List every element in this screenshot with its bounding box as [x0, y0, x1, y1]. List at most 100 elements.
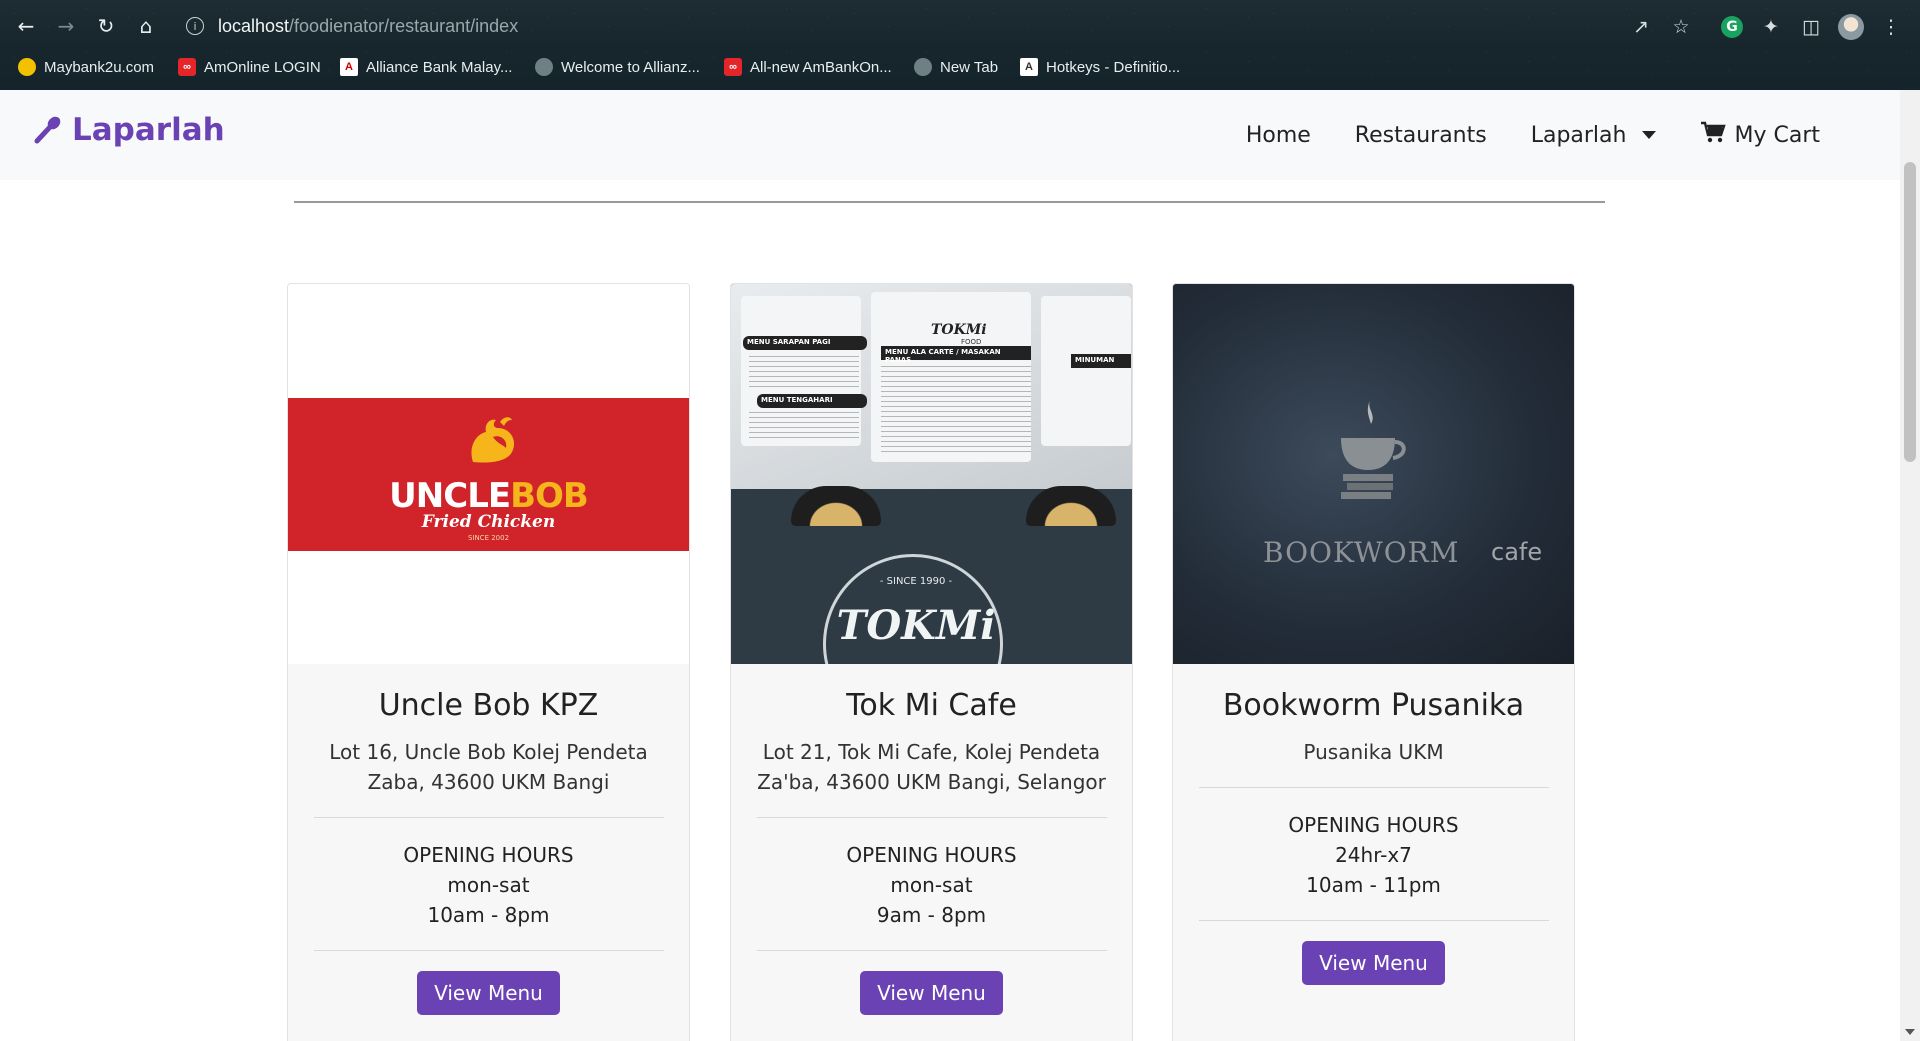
divider	[756, 817, 1107, 818]
scroll-down-arrow-icon[interactable]	[1905, 1029, 1915, 1035]
board-menu-3: MENU TENGAHARI	[757, 394, 867, 408]
restaurant-image: TOKMi FOOD MENU SARAPAN PAGI MENU ALA CA…	[731, 284, 1132, 664]
url-host: localhost	[218, 16, 290, 36]
board-menu-2: MENU ALA CARTE / MASAKAN PANAS	[881, 346, 1031, 364]
bookmark-star-icon[interactable]: ☆	[1668, 14, 1694, 40]
cart-icon	[1700, 120, 1727, 150]
restaurant-address: Pusanika UKM	[1303, 740, 1444, 764]
bookmark-item[interactable]: ∞ All-new AmBankOn...	[724, 56, 892, 78]
coffee-books-icon	[1341, 398, 1406, 499]
bookmark-label: Hotkeys - Definitio...	[1046, 58, 1181, 76]
hours-label: OPENING HOURS	[403, 843, 574, 867]
pendant-lamp	[791, 486, 881, 526]
logo-cafe: cafe	[1491, 538, 1543, 566]
caret-down-icon	[1642, 131, 1657, 139]
restaurant-card: TOKMi FOOD MENU SARAPAN PAGI MENU ALA CA…	[730, 283, 1133, 1041]
ambank-icon: ∞	[178, 58, 196, 76]
share-icon[interactable]: ↗	[1628, 14, 1654, 40]
view-menu-button[interactable]: View Menu	[860, 971, 1003, 1015]
site-navbar: Laparlah Home Restaurants Laparlah My Ca…	[0, 90, 1900, 180]
opening-hours: OPENING HOURS mon-sat 9am - 8pm	[731, 840, 1132, 930]
url-text: localhost/foodienator/restaurant/index	[218, 16, 518, 37]
opening-hours: OPENING HOURS 24hr-x7 10am - 11pm	[1173, 810, 1574, 900]
hours-label: OPENING HOURS	[846, 843, 1017, 867]
brand-name: Laparlah	[72, 112, 225, 148]
forward-arrow-icon[interactable]: →	[52, 12, 80, 40]
back-arrow-icon[interactable]: ←	[12, 12, 40, 40]
alliance-icon: A	[340, 58, 358, 76]
brand-link[interactable]: Laparlah	[32, 112, 225, 148]
bookmark-label: Alliance Bank Malay...	[366, 58, 513, 76]
bookmarks-bar: Maybank2u.com ∞ AmOnline LOGIN A Alliance …	[0, 52, 1920, 80]
divider	[313, 950, 664, 951]
bookmark-item[interactable]: ∞ AmOnline LOGIN	[178, 56, 321, 78]
sign-since: - SINCE 1990 -	[879, 576, 953, 587]
maybank-icon	[18, 58, 36, 76]
restaurant-card: UNCLEBOB Fried Chicken SINCE 2002 Uncle …	[287, 283, 690, 1041]
bookmark-label: All-new AmBankOn...	[750, 58, 892, 76]
restaurant-address: Lot 21, Tok Mi Cafe, Kolej Pendeta Za'ba…	[757, 740, 1106, 794]
nav-cart-link[interactable]: My Cart	[1700, 120, 1820, 150]
restaurant-name: Tok Mi Cafe	[846, 688, 1017, 723]
globe-icon	[535, 58, 553, 76]
url-path: /foodienator/restaurant/index	[289, 16, 519, 36]
nav-links: Home Restaurants Laparlah My Cart	[1202, 120, 1820, 150]
globe-icon	[914, 58, 932, 76]
page-scrollbar[interactable]	[1900, 90, 1920, 1041]
bookmark-item[interactable]: New Tab	[914, 56, 998, 78]
view-menu-button[interactable]: View Menu	[417, 971, 560, 1015]
divider	[313, 817, 664, 818]
logo-bookworm: BOOKWORM	[1263, 536, 1460, 569]
side-panel-icon[interactable]: ◫	[1798, 14, 1824, 40]
restaurant-name: Bookworm Pusanika	[1222, 688, 1525, 723]
restaurant-address: Lot 16, Uncle Bob Kolej Pendeta Zaba, 43…	[329, 740, 648, 794]
bookmark-item[interactable]: A Alliance Bank Malay...	[340, 56, 512, 78]
page-viewport: Laparlah Home Restaurants Laparlah My Ca…	[0, 90, 1920, 1041]
bookmark-label: Welcome to Allianz...	[561, 58, 700, 76]
rooster-icon	[471, 417, 515, 463]
spoon-icon	[34, 116, 61, 144]
board-sub: FOOD	[961, 338, 982, 346]
pendant-lamp	[1026, 486, 1116, 526]
logo-bob-text: BOB	[510, 476, 589, 516]
divider	[1198, 787, 1549, 788]
sign-name: TOKMi	[836, 602, 996, 649]
hours-days: mon-sat	[447, 873, 530, 897]
nav-home-link[interactable]: Home	[1246, 120, 1311, 150]
logo-uncle-text: UNCLE	[389, 476, 511, 516]
nav-restaurants-link[interactable]: Restaurants	[1355, 120, 1487, 150]
hours-time: 9am - 8pm	[876, 903, 987, 927]
bookmark-label: Maybank2u.com	[44, 58, 155, 76]
board-menu-4: MINUMAN	[1071, 354, 1131, 368]
site-info-icon[interactable]: i	[186, 17, 204, 35]
uncle-bob-logo: UNCLEBOB Fried Chicken SINCE 2002	[288, 398, 689, 551]
home-icon[interactable]: ⌂	[132, 12, 160, 40]
divider	[1198, 920, 1549, 921]
restaurant-image: BOOKWORM cafe	[1173, 284, 1574, 664]
dropdown-label: Laparlah	[1530, 122, 1627, 148]
grammarly-extension-icon[interactable]: G	[1721, 16, 1743, 38]
hours-time: 10am - 11pm	[1306, 873, 1441, 897]
hours-days: 24hr-x7	[1335, 843, 1412, 867]
restaurant-card: BOOKWORM cafe Bookworm Pusanika Pusanika…	[1172, 283, 1575, 1041]
bookmark-item[interactable]: Welcome to Allianz...	[535, 56, 700, 78]
profile-avatar[interactable]	[1838, 14, 1864, 40]
reload-icon[interactable]: ↻	[92, 12, 120, 40]
browser-toolbar: ← → ↻ ⌂ i localhost/foodienator/restaura…	[0, 6, 1920, 46]
browser-chrome: ← → ↻ ⌂ i localhost/foodienator/restaura…	[0, 0, 1920, 90]
board-title: TOKMi	[931, 322, 987, 338]
board-menu-1: MENU SARAPAN PAGI	[743, 336, 867, 350]
hours-time: 10am - 8pm	[427, 903, 550, 927]
hotkeys-icon: A	[1020, 58, 1038, 76]
extensions-puzzle-icon[interactable]: ✦	[1758, 14, 1784, 40]
nav-laparlah-dropdown[interactable]: Laparlah	[1531, 120, 1657, 150]
scrollbar-thumb[interactable]	[1904, 162, 1916, 462]
bookmark-label: New Tab	[940, 58, 999, 76]
address-bar[interactable]: i localhost/foodienator/restaurant/index	[176, 10, 1776, 42]
bookmark-label: AmOnline LOGIN	[204, 58, 321, 76]
bookmark-item[interactable]: A Hotkeys - Definitio...	[1020, 56, 1180, 78]
browser-menu-icon[interactable]: ⋮	[1878, 14, 1904, 40]
view-menu-button[interactable]: View Menu	[1302, 941, 1445, 985]
bookmark-item[interactable]: Maybank2u.com	[18, 56, 154, 78]
restaurant-image: UNCLEBOB Fried Chicken SINCE 2002	[288, 284, 689, 664]
